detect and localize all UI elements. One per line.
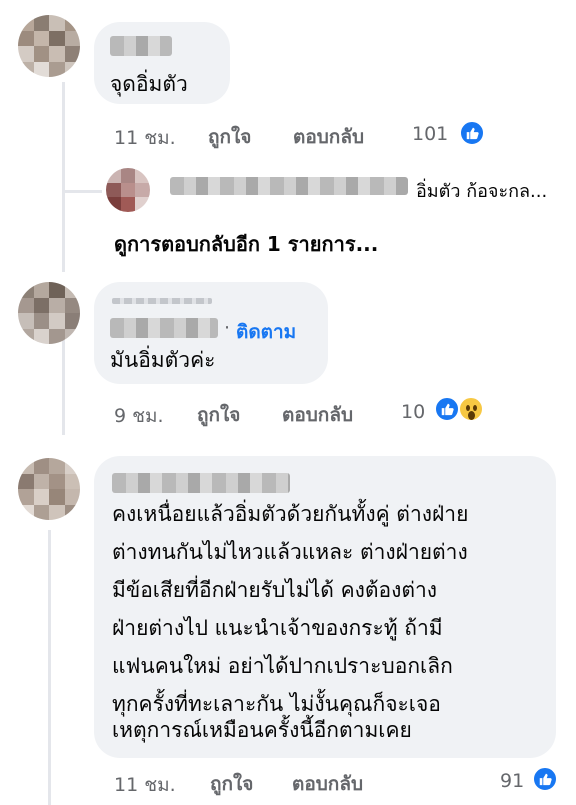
reaction-count[interactable]: 101 xyxy=(412,123,448,145)
view-more-replies[interactable]: ดูการตอบกลับอีก 1 รายการ... xyxy=(114,228,378,260)
reply-snippet[interactable]: อิ่มตัว ก้อจะกล... xyxy=(416,176,547,205)
reaction-count[interactable]: 10 xyxy=(401,401,425,423)
commenter-name[interactable] xyxy=(110,318,218,338)
like-link[interactable]: ถูกใจ xyxy=(197,400,240,430)
comment-text: มันอิ่มตัวค่ะ xyxy=(110,348,216,372)
comment-time[interactable]: 11 ชม. xyxy=(114,770,176,800)
comment-time[interactable]: 9 ชม. xyxy=(114,401,164,431)
reply-avatar[interactable] xyxy=(106,168,150,212)
reaction-count[interactable]: 91 xyxy=(500,770,524,792)
thread-line xyxy=(62,340,65,435)
comment-text-line: ต่างทนกันไม่ไหวแล้วแหละ ต่างฝ่ายต่าง xyxy=(112,540,468,564)
comment-text-line: ทุกครั้งที่ทะเลาะกัน ไม่งั้นคุณก็จะเจอ xyxy=(112,692,441,716)
comment-time[interactable]: 11 ชม. xyxy=(114,123,176,153)
wow-icon[interactable] xyxy=(458,396,484,422)
reply-link[interactable]: ตอบกลับ xyxy=(292,769,363,799)
reply-link[interactable]: ตอบกลับ xyxy=(282,400,353,430)
comment-text: จุดอิ่มตัว xyxy=(110,72,188,96)
avatar[interactable] xyxy=(18,458,80,520)
like-icon[interactable] xyxy=(434,396,460,422)
thread-branch xyxy=(62,190,102,193)
comment-text-line: มีข้อเสียที่อีกฝ่ายรับไม่ได้ คงต้องต่าง xyxy=(112,578,438,602)
like-icon[interactable] xyxy=(459,120,485,146)
thread-line xyxy=(62,82,65,272)
comment-text-line: แฟนคนใหม่ อย่าได้ปากเปราะบอกเลิก xyxy=(112,654,453,678)
comment-text-line: คงเหนื่อยแล้วอิ่มตัวด้วยกันทั้งคู่ ต่างฝ… xyxy=(112,502,469,526)
reply-link[interactable]: ตอบกลับ xyxy=(293,122,364,152)
reply-author-name[interactable] xyxy=(170,177,408,195)
comment-text-line: ฝ่ายต่างไป แนะนำเจ้าของกระทู้ ถ้ามี xyxy=(112,616,443,640)
comment-text-line: เหตุการณ์เหมือนครั้งนี้อีกตามเคย xyxy=(112,718,412,742)
like-link[interactable]: ถูกใจ xyxy=(208,122,251,152)
commenter-name[interactable] xyxy=(110,36,172,56)
commenter-name[interactable] xyxy=(112,473,290,493)
like-link[interactable]: ถูกใจ xyxy=(210,769,253,799)
like-icon[interactable] xyxy=(532,766,558,792)
thread-line xyxy=(48,530,51,805)
fan-badge-icon xyxy=(112,296,212,306)
follow-button[interactable]: ติดตาม xyxy=(236,317,296,347)
avatar[interactable] xyxy=(18,282,80,344)
separator-dot: · xyxy=(224,317,231,339)
avatar[interactable] xyxy=(18,15,80,77)
